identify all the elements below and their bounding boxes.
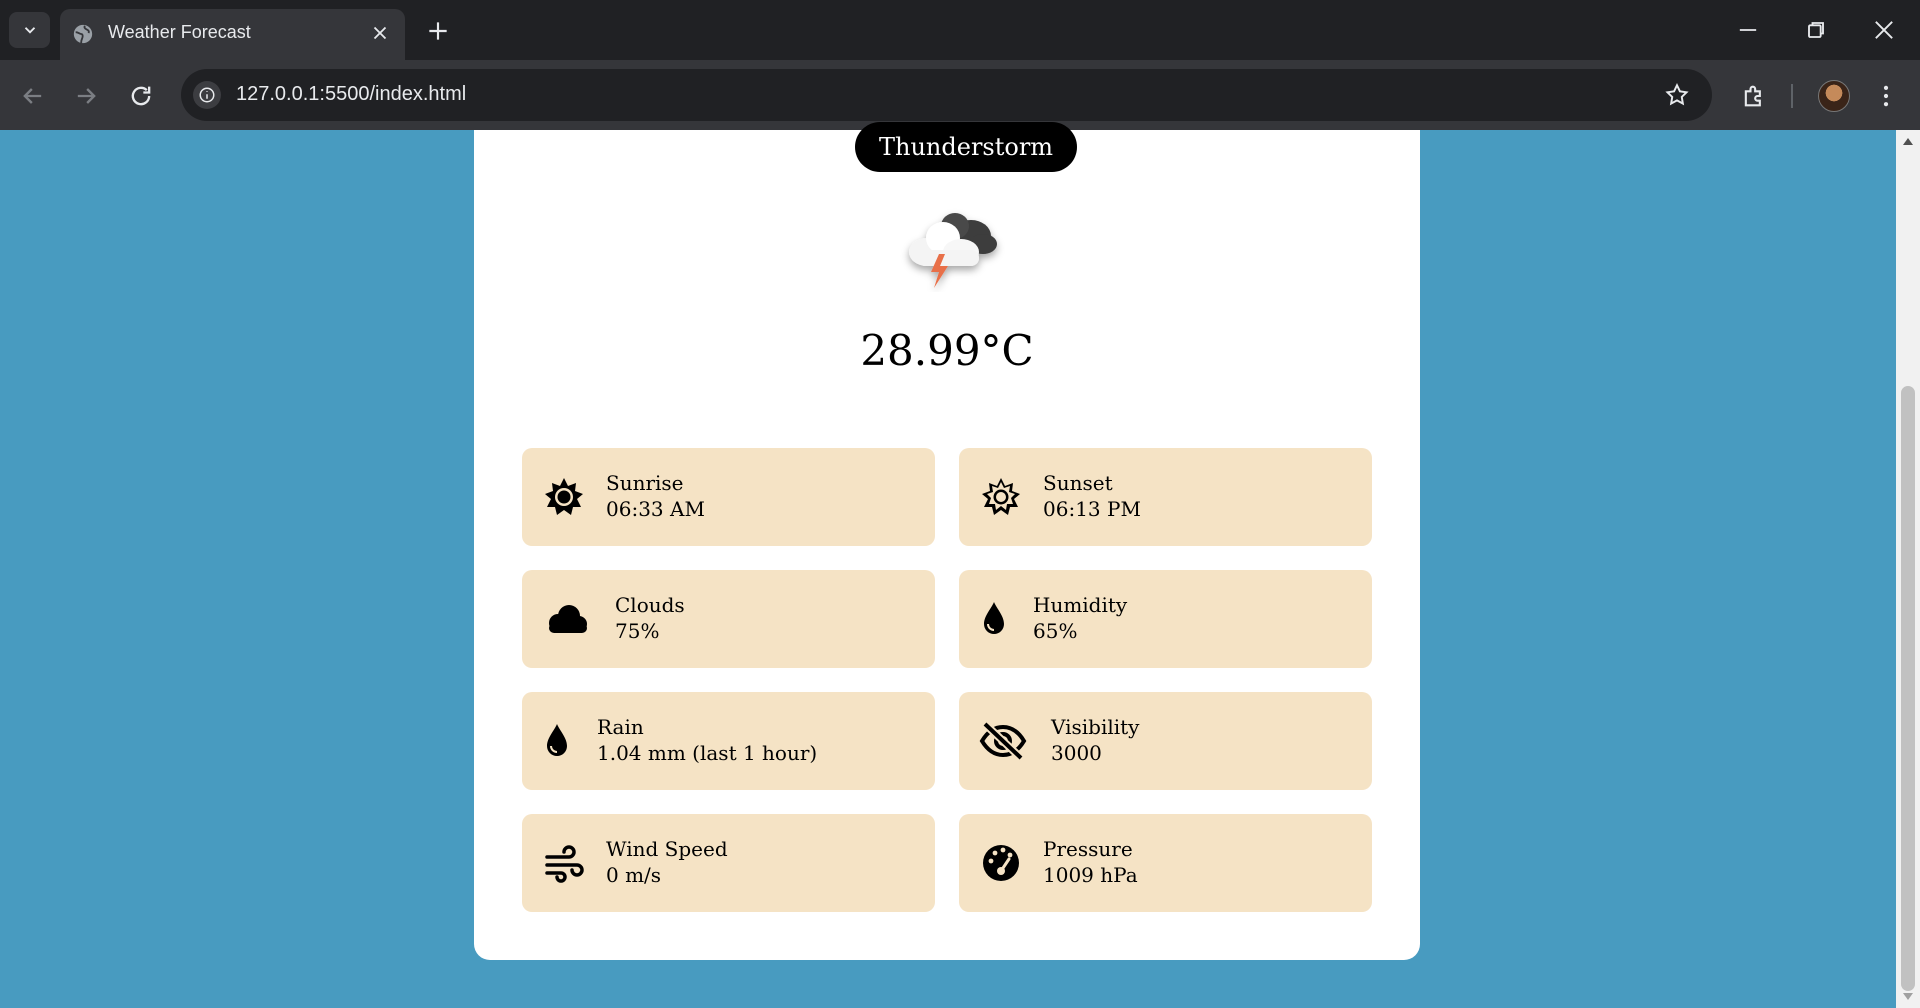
stat-label: Sunrise (606, 471, 684, 495)
stat-label: Visibility (1051, 715, 1140, 739)
stat-value: 3000 (1051, 741, 1102, 765)
sun-icon (545, 478, 583, 515)
stat-value: 0 m/s (606, 863, 662, 887)
scrollbar-thumb[interactable] (1901, 386, 1915, 991)
url-text[interactable]: 127.0.0.1:5500/index.html (236, 83, 466, 106)
stat-value: 1.04 mm (last 1 hour) (597, 741, 818, 765)
eye-slash-icon (979, 721, 1027, 761)
stat-wind-speed: Wind Speed 0 m/s (522, 814, 935, 912)
stat-value: 65% (1033, 619, 1078, 643)
droplet-icon (547, 724, 567, 756)
gauge-icon (983, 845, 1019, 881)
condition-badge: Thunderstorm (855, 122, 1078, 172)
restore-icon[interactable] (1802, 16, 1830, 44)
globe-icon (73, 24, 93, 44)
stat-value: 1009 hPa (1043, 863, 1138, 887)
site-info-icon[interactable] (193, 81, 221, 109)
browser-tab[interactable]: Weather Forecast (60, 9, 405, 60)
stat-value: 75% (615, 619, 660, 643)
chevron-down-icon (24, 27, 35, 34)
extensions-icon[interactable] (1740, 82, 1768, 110)
stat-sunset: Sunset 06:13 PM (959, 448, 1372, 546)
minimize-icon[interactable] (1734, 16, 1762, 44)
cloud-icon (549, 605, 587, 633)
stat-humidity: Humidity 65% (959, 570, 1372, 668)
bookmark-star-icon[interactable] (1664, 82, 1690, 108)
toolbar-divider (1791, 84, 1793, 108)
stat-rain: Rain 1.04 mm (last 1 hour) (522, 692, 935, 790)
tab-search-button[interactable] (9, 12, 50, 48)
stat-value: 06:33 AM (606, 497, 705, 521)
stat-clouds: Clouds 75% (522, 570, 935, 668)
reload-icon[interactable] (127, 82, 155, 110)
address-bar[interactable]: 127.0.0.1:5500/index.html (181, 69, 1712, 121)
back-icon[interactable] (19, 82, 47, 110)
browser-tab-bar: Weather Forecast (0, 0, 1920, 60)
new-tab-icon[interactable] (425, 18, 451, 44)
weather-card: Thunderstorm 28.99°C Sunrise 06:33 AM Su… (474, 122, 1420, 960)
stat-label: Sunset (1043, 471, 1113, 495)
menu-dots-icon[interactable] (1872, 82, 1900, 110)
stat-label: Pressure (1043, 837, 1133, 861)
browser-toolbar: 127.0.0.1:5500/index.html (0, 60, 1920, 130)
close-tab-icon[interactable] (369, 22, 391, 44)
scroll-up-arrow-icon[interactable] (1903, 138, 1913, 145)
temperature: 28.99°C (860, 326, 1034, 375)
scroll-down-arrow-icon[interactable] (1903, 993, 1913, 1000)
stat-label: Rain (597, 715, 644, 739)
sun-outline-icon (982, 478, 1020, 515)
droplet-icon (984, 602, 1004, 634)
wind-icon (545, 845, 584, 883)
vertical-scrollbar[interactable] (1896, 130, 1920, 1008)
thunderstorm-cloud-icon (909, 213, 997, 288)
stat-label: Clouds (615, 593, 685, 617)
forward-icon[interactable] (72, 82, 100, 110)
close-window-icon[interactable] (1870, 16, 1898, 44)
tab-title: Weather Forecast (108, 22, 251, 42)
stat-sunrise: Sunrise 06:33 AM (522, 448, 935, 546)
stat-label: Humidity (1033, 593, 1128, 617)
profile-avatar[interactable] (1818, 80, 1850, 112)
stat-label: Wind Speed (606, 837, 728, 861)
stat-visibility: Visibility 3000 (959, 692, 1372, 790)
stat-pressure: Pressure 1009 hPa (959, 814, 1372, 912)
page-viewport: Thunderstorm 28.99°C Sunrise 06:33 AM Su… (0, 122, 1896, 1008)
stat-value: 06:13 PM (1043, 497, 1141, 521)
